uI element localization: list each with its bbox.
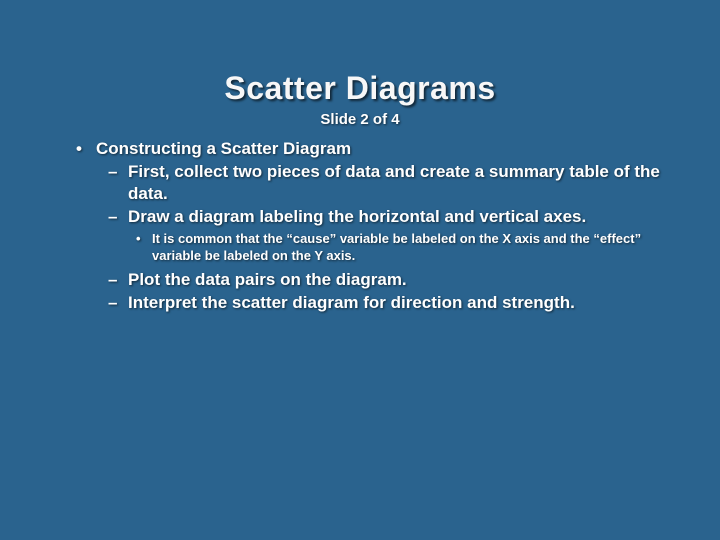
bullet-l2: Plot the data pairs on the diagram. (104, 269, 670, 290)
bullet-l2: Draw a diagram labeling the horizontal a… (104, 206, 670, 265)
slide: Scatter Diagrams Slide 2 of 4 Constructi… (0, 0, 720, 540)
bullet-l1: Constructing a Scatter Diagram First, co… (70, 138, 670, 313)
bullet-sublist: First, collect two pieces of data and cr… (104, 161, 670, 313)
slide-subtitle: Slide 2 of 4 (50, 111, 670, 128)
bullet-text: Constructing a Scatter Diagram (96, 139, 351, 158)
bullet-text: Draw a diagram labeling the horizontal a… (128, 207, 586, 226)
bullet-text: Interpret the scatter diagram for direct… (128, 293, 575, 312)
bullet-subsublist: It is common that the “cause” variable b… (132, 231, 670, 265)
bullet-l2: First, collect two pieces of data and cr… (104, 161, 670, 204)
bullet-text: Plot the data pairs on the diagram. (128, 270, 407, 289)
bullet-text: It is common that the “cause” variable b… (152, 231, 641, 263)
bullet-list: Constructing a Scatter Diagram First, co… (70, 138, 670, 313)
bullet-l3: It is common that the “cause” variable b… (132, 231, 670, 265)
bullet-l2: Interpret the scatter diagram for direct… (104, 292, 670, 313)
bullet-text: First, collect two pieces of data and cr… (128, 162, 660, 202)
slide-title: Scatter Diagrams (50, 70, 670, 107)
